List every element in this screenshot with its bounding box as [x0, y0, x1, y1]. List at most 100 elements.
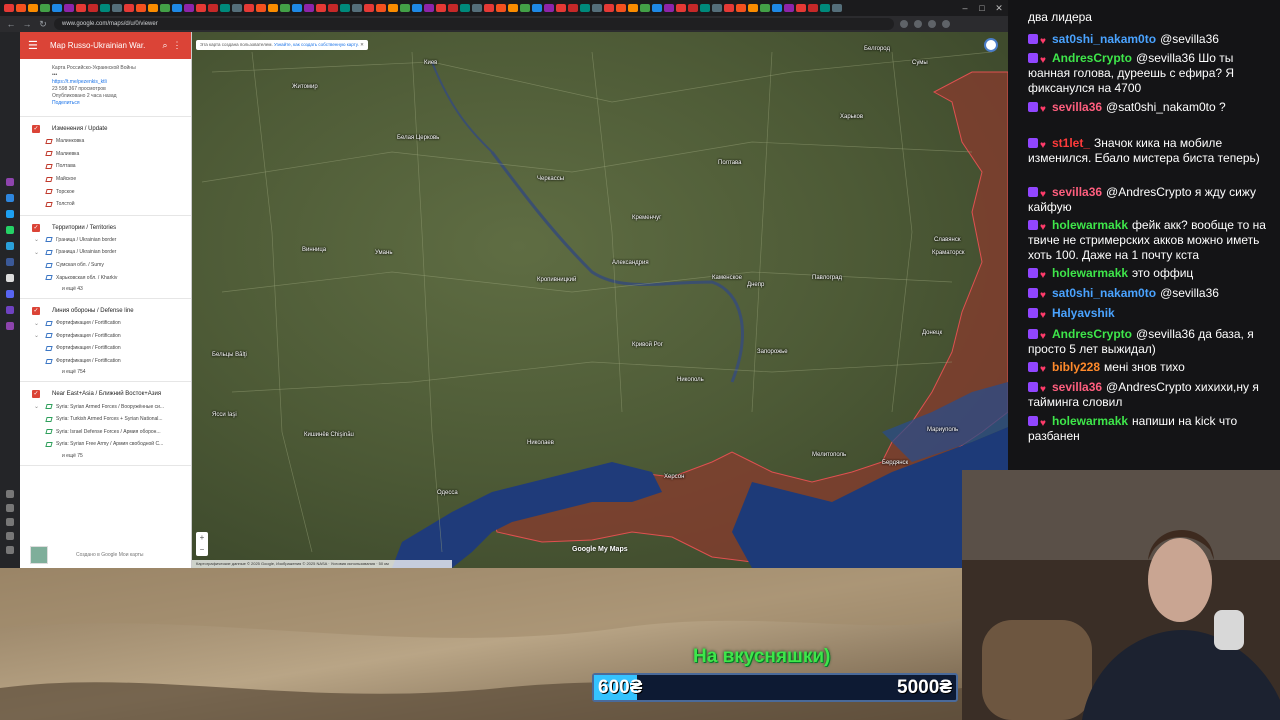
browser-tab[interactable] [4, 4, 14, 12]
city-label[interactable]: Полтава [718, 160, 742, 166]
show-more-link[interactable]: и ещё 754 [20, 367, 191, 377]
browser-tab[interactable] [472, 4, 482, 12]
chat-username[interactable]: Halyavshik [1052, 306, 1115, 320]
browser-tab[interactable] [100, 4, 110, 12]
legend-item[interactable]: ⌄ Граница / Ukrainian border [20, 246, 191, 259]
city-label[interactable]: Винница [302, 247, 326, 253]
compass-icon[interactable] [984, 38, 998, 52]
chat-username[interactable]: holewarmakk [1052, 266, 1128, 280]
layer-header[interactable]: ✓ Изменения / Update [20, 123, 191, 135]
browser-tab[interactable] [64, 4, 74, 12]
browser-tab[interactable] [244, 4, 254, 12]
browser-tab[interactable] [448, 4, 458, 12]
browser-tab[interactable] [808, 4, 818, 12]
legend-item[interactable]: ⌄ Фортификация / Fortification [20, 330, 191, 343]
city-label[interactable]: Славянск [934, 237, 960, 243]
browser-tab[interactable] [820, 4, 830, 12]
city-label[interactable]: Житомир [292, 84, 318, 90]
city-label[interactable]: Одесса [437, 490, 458, 496]
chevron-down-icon[interactable]: ⌄ [34, 320, 42, 327]
city-label[interactable]: Кишинёв Chişinău [304, 432, 354, 438]
chat-username[interactable]: st1let_ [1052, 136, 1090, 150]
browser-tab[interactable] [544, 4, 554, 12]
more-icon[interactable] [6, 546, 14, 554]
zoom-in-button[interactable]: + [196, 532, 208, 544]
url-input[interactable]: www.google.com/maps/d/u/0/viewer [54, 18, 894, 30]
browser-tab[interactable] [292, 4, 302, 12]
browser-tab[interactable] [364, 4, 374, 12]
layer-header[interactable]: ✓ Линия обороны / Defense line [20, 305, 191, 317]
layer-checkbox[interactable]: ✓ [32, 390, 40, 399]
app-icon[interactable] [6, 258, 14, 266]
browser-tab[interactable] [268, 4, 278, 12]
browser-tab[interactable] [16, 4, 26, 12]
browser-tab[interactable] [616, 4, 626, 12]
close-notice-icon[interactable]: ✕ [360, 42, 364, 47]
browser-tab[interactable] [304, 4, 314, 12]
browser-tab[interactable] [40, 4, 50, 12]
browser-tab[interactable] [160, 4, 170, 12]
legend-item[interactable]: Харьковская обл. / Kharkiv [20, 271, 191, 284]
city-label[interactable]: Запорожье [757, 349, 788, 355]
city-label[interactable]: Донецк [922, 330, 942, 336]
app-icon[interactable] [6, 194, 14, 202]
browser-menu-icon[interactable] [942, 20, 950, 28]
city-label[interactable]: Николаев [527, 440, 554, 446]
city-label[interactable]: Черкассы [537, 176, 564, 182]
browser-tab[interactable] [220, 4, 230, 12]
legend-item[interactable]: ⌄ Syria: Syrian Armed Forces / Вооружённы… [20, 400, 191, 413]
browser-tab[interactable] [796, 4, 806, 12]
app-icon[interactable] [6, 322, 14, 330]
layer-header[interactable]: ✓ Территории / Territories [20, 222, 191, 234]
legend-item[interactable]: Торское [20, 185, 191, 198]
map-canvas[interactable]: Эта карта создана пользователем. Узнайте… [192, 32, 1008, 568]
more-vert-icon[interactable]: ⋮ [171, 40, 183, 51]
browser-tab[interactable] [328, 4, 338, 12]
browser-tab[interactable] [256, 4, 266, 12]
chat-username[interactable]: sevilla36 [1052, 380, 1102, 394]
browser-tab[interactable] [604, 4, 614, 12]
legend-item[interactable]: Фортификация / Fortification [20, 355, 191, 368]
browser-tab[interactable] [196, 4, 206, 12]
city-label[interactable]: Киев [424, 60, 437, 66]
legend-item[interactable]: ⌄ Фортификация / Fortification [20, 317, 191, 330]
browser-tab[interactable] [28, 4, 38, 12]
browser-tab[interactable] [556, 4, 566, 12]
extension-icon[interactable] [900, 20, 908, 28]
city-label[interactable]: Харьков [840, 114, 863, 120]
x-icon[interactable] [6, 274, 14, 282]
browser-tab[interactable] [316, 4, 326, 12]
browser-tab[interactable] [688, 4, 698, 12]
basemap-thumbnail[interactable] [30, 546, 48, 564]
browser-tab[interactable] [400, 4, 410, 12]
browser-tab[interactable] [772, 4, 782, 12]
browser-tab[interactable] [592, 4, 602, 12]
browser-tab[interactable] [76, 4, 86, 12]
app-icon[interactable] [6, 210, 14, 218]
city-label[interactable]: Каменское [712, 275, 742, 281]
browser-tab[interactable] [484, 4, 494, 12]
browser-tab[interactable] [460, 4, 470, 12]
legend-item[interactable]: Сумская обл. / Sumy [20, 259, 191, 272]
browser-tab[interactable] [640, 4, 650, 12]
legend-item[interactable]: Полтава [20, 160, 191, 173]
browser-tab[interactable] [676, 4, 686, 12]
browser-tab[interactable] [172, 4, 182, 12]
browser-tab[interactable] [340, 4, 350, 12]
chat-username[interactable]: AndresCrypto [1052, 51, 1132, 65]
browser-tab[interactable] [88, 4, 98, 12]
legend-item[interactable]: Syria: Turkish Armed Forces + Syrian Nat… [20, 413, 191, 426]
city-label[interactable]: Ясси Iaşi [212, 412, 237, 418]
share-link[interactable]: Поделиться [52, 100, 181, 107]
extension-icon[interactable] [914, 20, 922, 28]
whatsapp-icon[interactable] [6, 226, 14, 234]
city-label[interactable]: Сумы [912, 60, 928, 66]
reload-icon[interactable]: ↻ [38, 18, 48, 30]
maximize-icon[interactable]: □ [975, 2, 989, 14]
legend-item[interactable]: Фортификация / Fortification [20, 342, 191, 355]
browser-tab[interactable] [760, 4, 770, 12]
settings-icon[interactable] [6, 532, 14, 540]
browser-tab[interactable] [136, 4, 146, 12]
city-label[interactable]: Кропивницкий [537, 277, 576, 283]
telegram-icon[interactable] [6, 242, 14, 250]
